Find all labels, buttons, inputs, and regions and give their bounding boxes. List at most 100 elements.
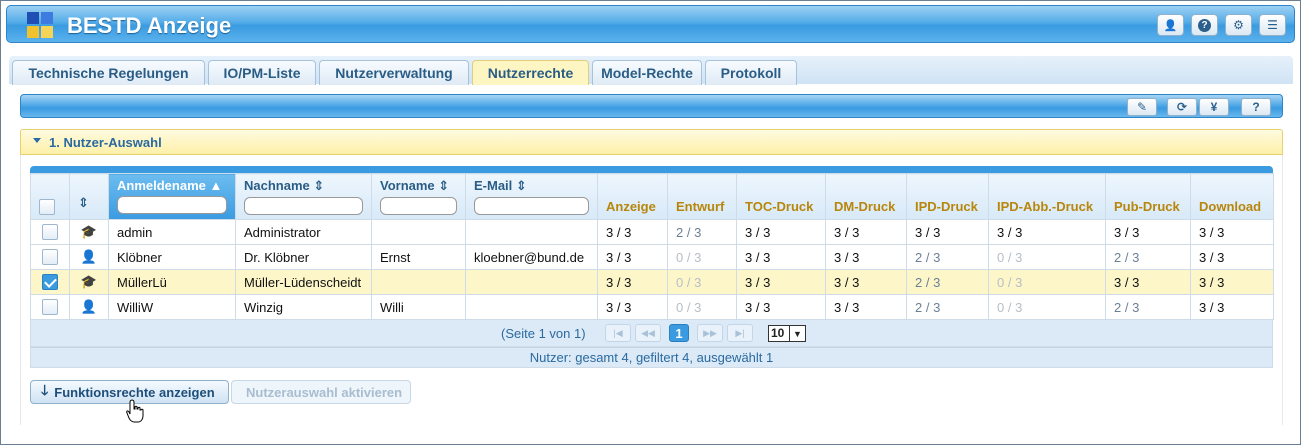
next-page-button[interactable]: ▶▶ <box>697 324 723 342</box>
cell-nachname: Administrator <box>235 219 372 245</box>
cell-download[interactable]: 3 / 3 <box>1190 294 1274 320</box>
cell-pub-druck[interactable]: 2 / 3 <box>1105 244 1191 270</box>
activate-user-selection-label: Nutzerauswahl aktivieren <box>246 384 403 400</box>
table-row[interactable]: 👤 Klöbner Dr. Klöbner Ernst kloebner@bund.de… <box>30 244 1274 270</box>
app-logo-icon <box>27 12 53 38</box>
cell-anzeige[interactable]: 3 / 3 <box>597 219 668 245</box>
settings-button[interactable]: ⚙ <box>1225 14 1252 36</box>
cell-ipd-abb-druck[interactable]: 0 / 3 <box>988 294 1106 320</box>
filter-vorname-input[interactable] <box>380 197 457 215</box>
cell-ipd-abb-druck[interactable]: 0 / 3 <box>988 244 1106 270</box>
cell-ipd-druck[interactable]: 2 / 3 <box>906 269 989 295</box>
last-page-button[interactable]: ▶| <box>727 324 753 342</box>
cell-ipd-abb-druck[interactable]: 3 / 3 <box>988 219 1106 245</box>
section-user-selection-header[interactable]: 1. Nutzer-Auswahl <box>20 129 1283 155</box>
cell-ipd-abb-druck[interactable]: 0 / 3 <box>988 269 1106 295</box>
user-icon: 👤 <box>1163 19 1178 32</box>
filter-anmeldename-input[interactable] <box>117 196 227 214</box>
header-ipd-druck: IPD-Druck <box>906 173 989 220</box>
graduation-cap-icon: 🎓 <box>80 224 98 239</box>
cell-anzeige[interactable]: 3 / 3 <box>597 269 668 295</box>
cell-dm-druck[interactable]: 3 / 3 <box>825 294 907 320</box>
header-vorname[interactable]: Vorname ⇕ <box>371 173 466 220</box>
yen-icon: ¥ <box>1210 100 1218 114</box>
app-header: BESTD Anzeige 👤 ? ⚙ ☰ <box>6 5 1295 43</box>
row-checkbox[interactable] <box>42 274 58 291</box>
cell-ipd-druck[interactable]: 2 / 3 <box>906 294 989 320</box>
cell-nachname: Dr. Klöbner <box>235 244 372 270</box>
chevron-down-icon: ▼ <box>789 326 805 341</box>
cell-dm-druck[interactable]: 3 / 3 <box>825 244 907 270</box>
select-all-header <box>30 173 70 220</box>
table-row[interactable]: 🎓 admin Administrator 3 / 32 / 33 / 33 / 33… <box>30 219 1274 245</box>
cell-toc-druck[interactable]: 3 / 3 <box>736 219 826 245</box>
cell-download[interactable]: 3 / 3 <box>1190 219 1274 245</box>
refresh-icon: ⟳ <box>1176 100 1188 114</box>
toolbar-help-button[interactable]: ? <box>1241 98 1271 116</box>
header-toc-druck: TOC-Druck <box>736 173 826 220</box>
cell-entwurf[interactable]: 2 / 3 <box>667 219 737 245</box>
cell-nachname: Winzig <box>235 294 372 320</box>
cell-vorname: Willi <box>371 294 466 320</box>
status-line: Nutzer: gesamt 4, gefiltert 4, ausgewähl… <box>30 347 1273 368</box>
help-icon: ? <box>1252 100 1260 114</box>
cell-vorname <box>371 219 466 245</box>
type-sort-header[interactable]: ⇕ <box>69 173 109 220</box>
header-anmeldename[interactable]: Anmeldename ▲ <box>108 173 236 220</box>
user-button[interactable]: 👤 <box>1157 14 1184 36</box>
table-row[interactable]: 👤 WilliW Winzig Willi 3 / 30 / 33 / 33 / 32 … <box>30 294 1274 320</box>
edit-button[interactable]: ✎ <box>1127 98 1157 116</box>
cell-dm-druck[interactable]: 3 / 3 <box>825 269 907 295</box>
help-button[interactable]: ? <box>1191 14 1218 36</box>
cell-entwurf[interactable]: 0 / 3 <box>667 244 737 270</box>
cell-anzeige[interactable]: 3 / 3 <box>597 294 668 320</box>
cell-toc-druck[interactable]: 3 / 3 <box>736 294 826 320</box>
row-checkbox[interactable] <box>42 249 58 266</box>
cell-ipd-druck[interactable]: 2 / 3 <box>906 244 989 270</box>
cell-dm-druck[interactable]: 3 / 3 <box>825 219 907 245</box>
cell-download[interactable]: 3 / 3 <box>1190 244 1274 270</box>
cell-pub-druck[interactable]: 3 / 3 <box>1105 219 1191 245</box>
filter-nachname-input[interactable] <box>244 197 363 215</box>
first-page-button[interactable]: |◀ <box>605 324 631 342</box>
arrow-down-icon: 🡓 <box>41 382 49 398</box>
page-size-select[interactable]: 10 ▼ <box>768 325 806 342</box>
row-checkbox[interactable] <box>42 299 58 316</box>
section-toolbar: ✎ ⟳ ¥ ? <box>20 94 1283 118</box>
tab-protokoll[interactable]: Protokoll <box>705 60 797 85</box>
current-page-button[interactable]: 1 <box>669 324 689 342</box>
cell-anzeige[interactable]: 3 / 3 <box>597 244 668 270</box>
cell-pub-druck[interactable]: 3 / 3 <box>1105 269 1191 295</box>
header-vorname-label: Vorname ⇕ <box>380 178 450 193</box>
cell-toc-druck[interactable]: 3 / 3 <box>736 269 826 295</box>
row-checkbox[interactable] <box>42 224 58 241</box>
yen-button[interactable]: ¥ <box>1199 98 1229 116</box>
cell-entwurf[interactable]: 0 / 3 <box>667 269 737 295</box>
prev-page-button[interactable]: ◀◀ <box>635 324 661 342</box>
sort-icon: ⇕ <box>78 195 89 210</box>
tab-model-rechte[interactable]: Model-Rechte <box>592 60 702 85</box>
row-select-cell <box>30 219 70 245</box>
select-all-checkbox[interactable] <box>39 199 55 215</box>
cell-pub-druck[interactable]: 2 / 3 <box>1105 294 1191 320</box>
cell-toc-druck[interactable]: 3 / 3 <box>736 244 826 270</box>
cell-entwurf[interactable]: 0 / 3 <box>667 294 737 320</box>
table-row[interactable]: 🎓 MüllerLü Müller-Lüdenscheidt 3 / 30 / 33 … <box>30 269 1274 295</box>
tab-technische-regelungen[interactable]: Technische Regelungen <box>12 60 205 85</box>
header-email[interactable]: E-Mail ⇕ <box>465 173 598 220</box>
tab-nutzerverwaltung[interactable]: Nutzerverwaltung <box>319 60 469 85</box>
tab-nutzerrechte[interactable]: Nutzerrechte <box>472 60 589 85</box>
refresh-button[interactable]: ⟳ <box>1167 98 1197 116</box>
menu-button[interactable]: ☰ <box>1259 14 1286 36</box>
cell-download[interactable]: 3 / 3 <box>1190 269 1274 295</box>
user-type-cell: 🎓 <box>69 219 109 245</box>
header-nachname[interactable]: Nachname ⇕ <box>235 173 372 220</box>
activate-user-selection-button[interactable]: Nutzerauswahl aktivieren <box>231 380 411 404</box>
cell-ipd-druck[interactable]: 3 / 3 <box>906 219 989 245</box>
header-email-label: E-Mail ⇕ <box>474 178 527 193</box>
tab-io-pm-liste[interactable]: IO/PM-Liste <box>208 60 316 85</box>
header-ipd-abb-druck: IPD-Abb.-Druck <box>988 173 1106 220</box>
table-header-row: ⇕ Anmeldename ▲ Nachname ⇕ Vorname ⇕ E-M… <box>30 173 1274 220</box>
header-download: Download <box>1190 173 1274 220</box>
filter-email-input[interactable] <box>474 197 589 215</box>
